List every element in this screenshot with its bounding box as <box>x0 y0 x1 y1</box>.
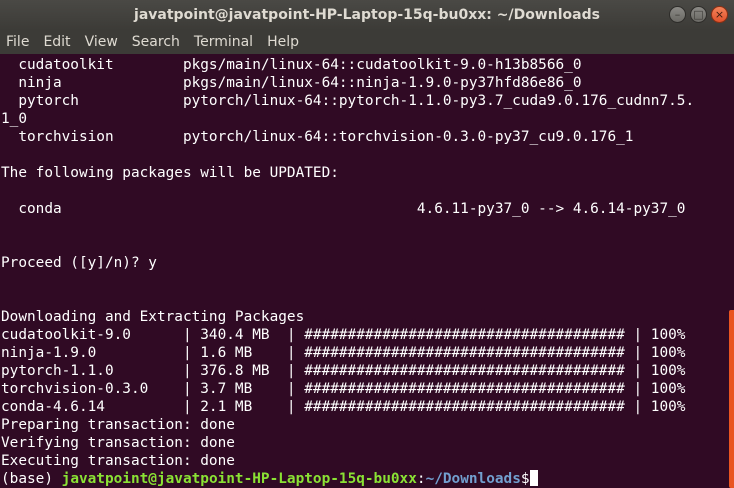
maximize-button[interactable]: □ <box>690 6 707 23</box>
terminal-window: javatpoint@javatpoint-HP-Laptop-15q-bu0x… <box>0 0 734 488</box>
prompt-symbol: $ <box>520 471 530 487</box>
output-line: Verifying transaction: done <box>1 435 235 451</box>
output-line: Executing transaction: done <box>1 453 235 469</box>
prompt-line[interactable]: (base) javatpoint@javatpoint-HP-Laptop-1… <box>1 470 727 488</box>
menu-help[interactable]: Help <box>260 34 306 50</box>
window-title: javatpoint@javatpoint-HP-Laptop-15q-bu0x… <box>134 7 600 23</box>
scrollbar-thumb[interactable] <box>729 310 734 488</box>
close-button[interactable]: × <box>711 6 728 23</box>
output-line: The following packages will be UPDATED: <box>1 165 339 181</box>
menu-view[interactable]: View <box>78 34 125 50</box>
output-line: ninja-1.9.0 | 1.6 MB | #################… <box>1 345 686 361</box>
output-line: conda-4.6.14 | 2.1 MB | ################… <box>1 399 686 415</box>
output-line: pytorch pytorch/linux-64::pytorch-1.1.0-… <box>1 93 695 109</box>
output-line: Preparing transaction: done <box>1 417 235 433</box>
output-line: cudatoolkit-9.0 | 340.4 MB | ###########… <box>1 327 686 343</box>
prompt-path: ~/Downloads <box>425 471 521 487</box>
prompt-separator: : <box>416 471 426 487</box>
output-line: ninja pkgs/main/linux-64::ninja-1.9.0-py… <box>1 75 582 91</box>
output-line: 1_0 <box>1 111 27 127</box>
menu-terminal[interactable]: Terminal <box>187 34 260 50</box>
output-line: cudatoolkit pkgs/main/linux-64::cudatool… <box>1 57 582 73</box>
output-line: torchvision pytorch/linux-64::torchvisio… <box>1 129 634 145</box>
output-line: Proceed ([y]/n)? y <box>1 255 157 271</box>
minimize-button[interactable]: – <box>669 6 686 23</box>
title-bar[interactable]: javatpoint@javatpoint-HP-Laptop-15q-bu0x… <box>0 0 734 30</box>
menu-bar: File Edit View Search Terminal Help <box>0 30 734 54</box>
menu-search[interactable]: Search <box>125 34 187 50</box>
menu-file[interactable]: File <box>0 34 36 50</box>
window-controls: – □ × <box>669 6 728 23</box>
output-line: pytorch-1.1.0 | 376.8 MB | #############… <box>1 363 686 379</box>
prompt-env: (base) <box>1 471 62 487</box>
terminal-output[interactable]: cudatoolkit pkgs/main/linux-64::cudatool… <box>1 56 727 488</box>
menu-edit[interactable]: Edit <box>36 34 77 50</box>
output-line: Downloading and Extracting Packages <box>1 309 305 325</box>
output-line: torchvision-0.3.0 | 3.7 MB | ###########… <box>1 381 686 397</box>
text-cursor <box>529 470 538 486</box>
scrollbar[interactable] <box>728 54 734 488</box>
prompt-user-host: javatpoint@javatpoint-HP-Laptop-15q-bu0x… <box>61 471 417 487</box>
output-line: conda 4.6.11-py37_0 --> 4.6.14-py37_0 <box>1 201 686 217</box>
